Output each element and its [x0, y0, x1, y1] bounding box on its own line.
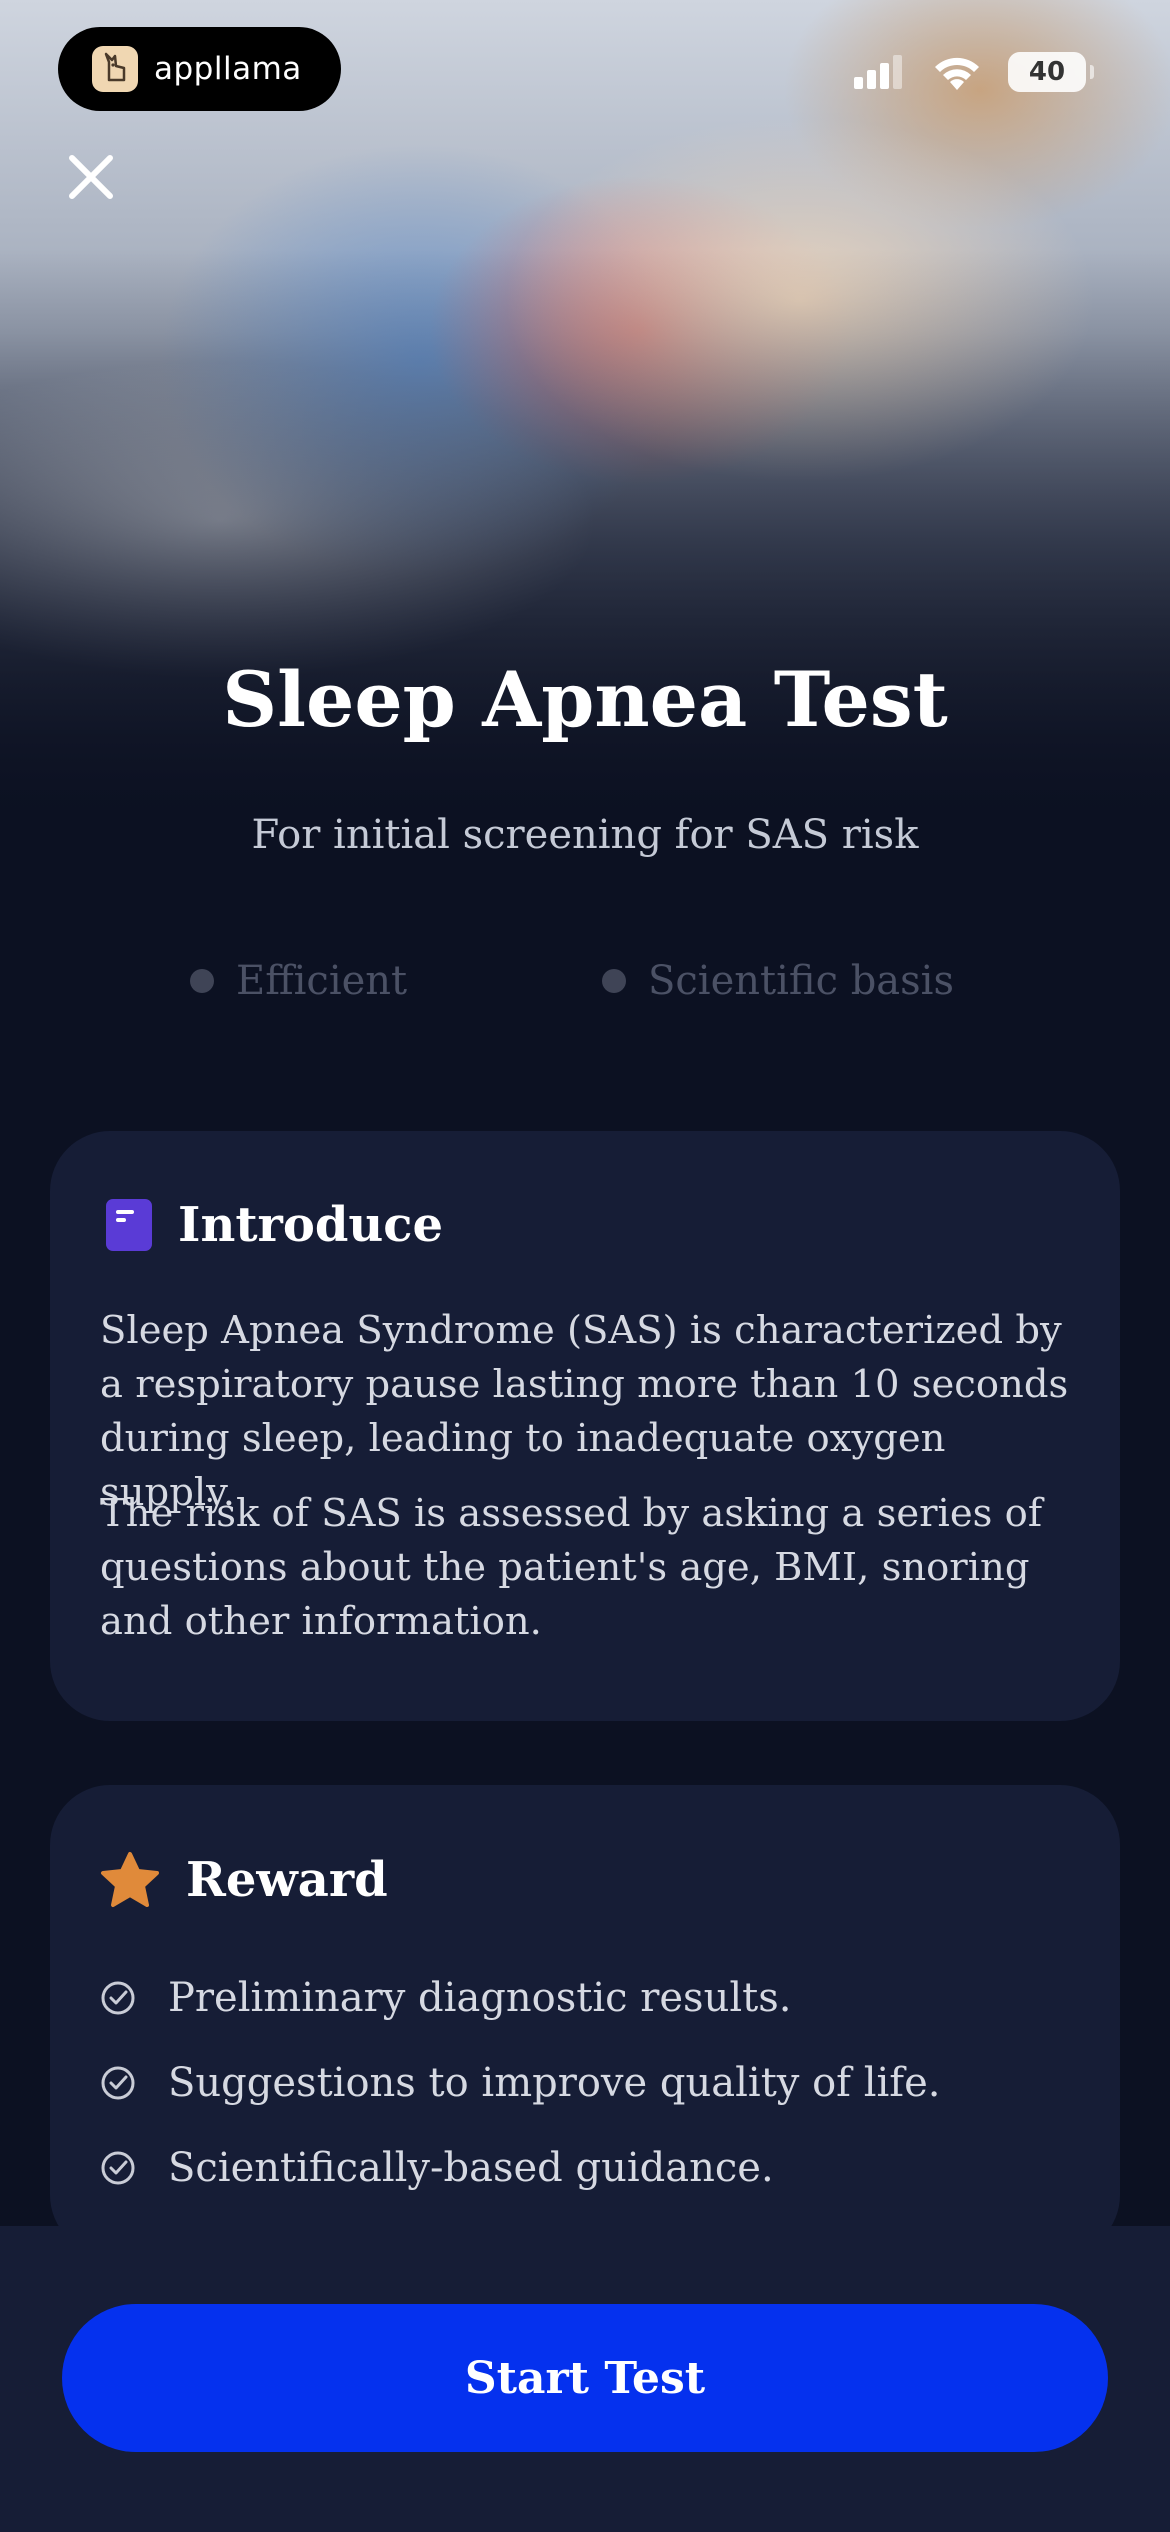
feature-label: Efficient: [236, 958, 408, 1004]
reward-item: Suggestions to improve quality of life.: [100, 2040, 940, 2125]
check-circle-icon: [101, 2151, 135, 2184]
reward-item-text: Preliminary diagnostic results.: [168, 1974, 792, 2021]
feature-tag: Scientific basis: [602, 958, 954, 1004]
introduce-title: Introduce: [178, 1197, 444, 1253]
reward-item: Preliminary diagnostic results.: [100, 1955, 940, 2040]
app-pill: appllama: [58, 27, 341, 111]
check-circle-icon: [101, 2066, 135, 2099]
check-circle-icon: [101, 1981, 135, 2014]
reward-card: Reward Preliminary diagnostic results. S…: [50, 1785, 1120, 2255]
introduce-paragraph: The risk of SAS is assessed by asking a …: [100, 1491, 1043, 1644]
bullet-dot: [190, 969, 214, 993]
feature-tags: Efficient Scientific basis: [0, 958, 1170, 1008]
wifi-icon: [935, 57, 979, 90]
reward-title: Reward: [186, 1852, 388, 1908]
battery-icon: 40: [1008, 52, 1094, 92]
reward-item: Scientifically-based guidance.: [100, 2125, 940, 2210]
start-test-button[interactable]: Start Test: [62, 2304, 1108, 2452]
close-icon: [69, 155, 113, 199]
introduce-header: Introduce: [106, 1197, 443, 1253]
reward-item-text: Suggestions to improve quality of life.: [168, 2059, 941, 2106]
feature-label: Scientific basis: [648, 958, 954, 1004]
close-button[interactable]: [66, 152, 116, 202]
document-icon: [106, 1199, 152, 1251]
status-bar: 40: [854, 52, 1094, 92]
page-subtitle: For initial screening for SAS risk: [251, 812, 919, 858]
feature-tag: Efficient: [190, 958, 407, 1004]
reward-header: Reward: [100, 1851, 388, 1909]
bullet-dot: [602, 969, 626, 993]
page-title: Sleep Apnea Test: [222, 655, 948, 744]
app-brand-name: appllama: [154, 51, 302, 87]
introduce-card: Introduce Sleep Apnea Syndrome (SAS) is …: [50, 1131, 1120, 1721]
reward-list: Preliminary diagnostic results. Suggesti…: [100, 1955, 940, 2210]
star-icon: [101, 1852, 159, 1907]
reward-item-text: Scientifically-based guidance.: [168, 2144, 774, 2191]
llama-logo-icon: [92, 46, 138, 92]
cellular-signal-icon: [854, 55, 902, 89]
